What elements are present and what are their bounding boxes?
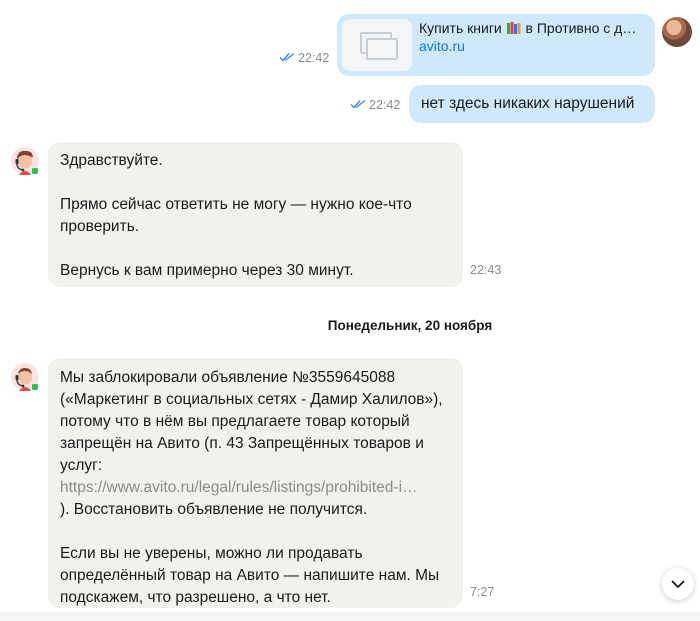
message-time: 22:42 <box>279 51 329 65</box>
support-agent-icon <box>11 363 39 391</box>
outgoing-message-text: нет здесь никаких нарушений <box>421 95 635 112</box>
incoming-message-text: Здравствуйте. Прямо сейчас ответить не м… <box>60 150 450 282</box>
link-preview-domain[interactable]: avito.ru <box>419 38 465 55</box>
message-time-text: 22:42 <box>298 51 330 65</box>
link-title-text: Купить книги <box>419 20 502 36</box>
message-line: Вернусь к вам примерно через 30 минут. <box>60 262 354 279</box>
double-check-icon <box>279 52 295 62</box>
message-time: 22:42 <box>350 98 400 112</box>
message-paragraph: Если вы не уверены, можно ли продавать о… <box>60 545 440 606</box>
books-emoji-icon <box>506 22 521 34</box>
message-time: 7:27 <box>470 585 495 599</box>
message-time: 22:43 <box>470 263 502 277</box>
bottom-bar <box>0 612 700 621</box>
user-avatar[interactable] <box>662 17 692 47</box>
message-paragraph: ). Восстановить объявление не получится. <box>60 501 368 518</box>
rules-link[interactable]: https://www.avito.ru/legal/rules/listing… <box>60 477 452 499</box>
support-agent-icon <box>11 147 39 175</box>
message-line: Прямо сейчас ответить не могу — нужно ко… <box>60 196 412 235</box>
chevron-down-icon <box>671 580 685 588</box>
image-placeholder-icon-front <box>366 38 398 60</box>
scroll-down-button[interactable] <box>662 568 694 600</box>
message-line: Здравствуйте. <box>60 152 163 169</box>
link-preview-title[interactable]: Купить книги в Противно с до… <box>419 20 644 37</box>
message-paragraph: Мы заблокировали объявление №3559645088 … <box>60 369 443 474</box>
message-time-text: 22:42 <box>369 98 401 112</box>
link-title-text-2: в Противно с до… <box>525 20 644 36</box>
double-check-icon <box>350 99 366 109</box>
date-separator: Понедельник, 20 ноября <box>327 318 493 333</box>
link-thumbnail <box>342 19 412 71</box>
incoming-message-text: Мы заблокировали объявление №3559645088 … <box>60 367 452 609</box>
